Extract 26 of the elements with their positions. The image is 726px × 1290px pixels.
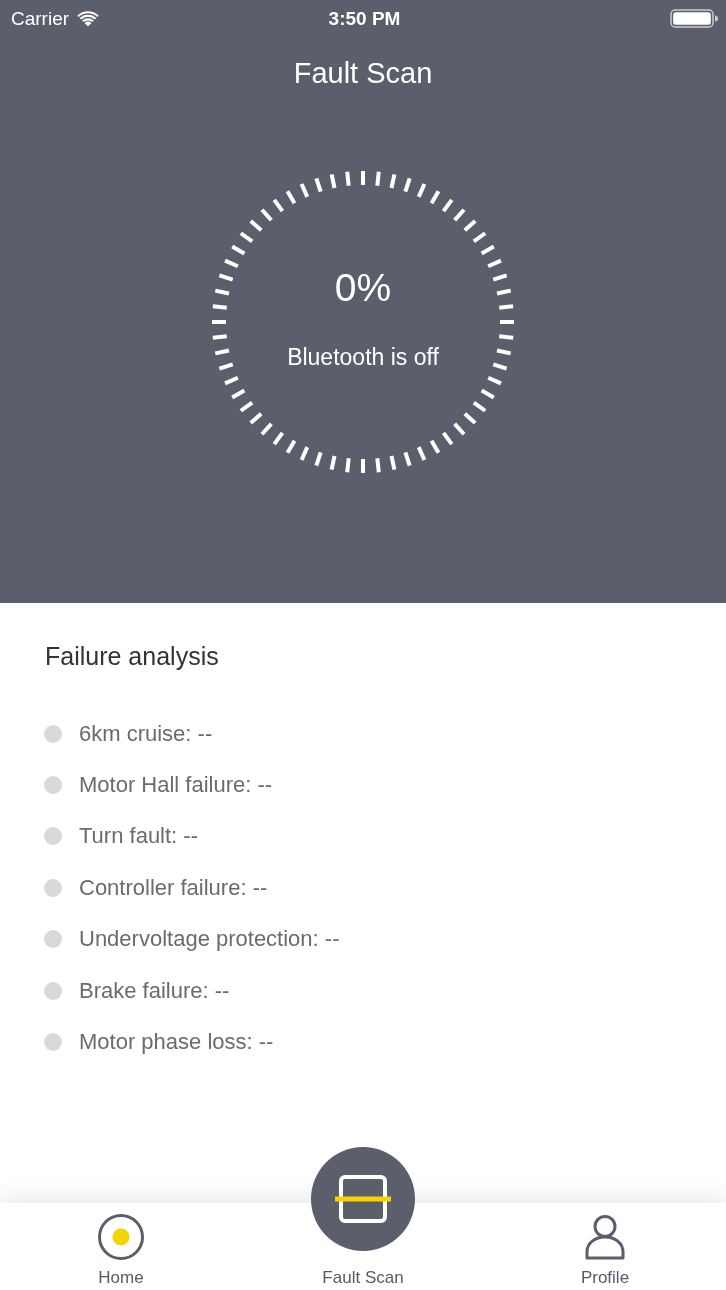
status-dot-icon [44,1033,62,1052]
status-time: 3:50 PM [328,7,401,30]
status-dot-icon [44,827,62,846]
fault-item: Motor phase loss: -- [79,1029,274,1056]
fault-item: Turn fault: -- [79,823,198,850]
fault-item: 6km cruise: -- [79,720,213,747]
fault-item: Controller failure: -- [79,874,268,901]
status-dot-icon [44,930,62,949]
tab[interactable]: Profile [580,1214,630,1290]
status-dot-icon [44,776,62,795]
tab[interactable]: Fault Scan [311,1147,415,1290]
fault-item: Undervoltage protection: -- [79,926,340,953]
bluetooth-status: Bluetooth is off [287,343,439,371]
battery-icon [670,9,718,28]
status-dot-icon [44,981,62,1000]
status-dot-icon [44,878,62,897]
home-icon [98,1214,144,1260]
section-title: Failure analysis [45,641,219,671]
tab[interactable]: Home [98,1214,144,1290]
status-dot-icon [44,724,62,743]
fault-item: Brake failure: -- [79,977,230,1004]
page-title: Fault Scan [293,57,433,90]
scan-percent: 0% [334,265,392,311]
fault-item: Motor Hall failure: -- [79,772,273,799]
wifi-icon [77,10,100,27]
carrier-name: Carrier [11,7,70,30]
